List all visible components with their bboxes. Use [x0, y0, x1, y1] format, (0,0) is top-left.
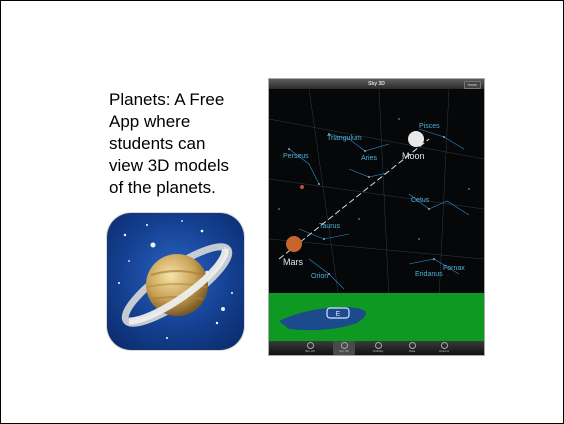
svg-text:E: E [336, 311, 341, 318]
sky2d-icon [306, 342, 314, 349]
compass-marker: E [279, 307, 366, 331]
mars-icon [286, 236, 302, 252]
options-icon [440, 342, 448, 349]
saturn-icon [118, 220, 233, 339]
label-pisces: Pisces [419, 123, 440, 130]
planets-app-icon[interactable] [107, 213, 244, 350]
tab-sky2d[interactable]: Sky 2D [299, 341, 321, 355]
label-taurus: Taurus [319, 223, 341, 230]
tab-sky3d[interactable]: Sky 3D [333, 341, 355, 355]
tab-data[interactable]: Data [401, 341, 423, 355]
label-eridanus: Eridanus [415, 271, 443, 278]
label-fornax: Fornax [443, 265, 465, 272]
label-moon: Moon [402, 151, 425, 161]
tab-bar: Sky 2D Sky 3D Visibility Data Options [269, 341, 484, 355]
label-triangulum: Triangulum [327, 135, 362, 142]
visibility-icon [374, 342, 382, 349]
title-bar: Sky 3D Home [269, 79, 484, 89]
home-button[interactable]: Home [463, 81, 481, 89]
sky3d-icon [340, 342, 348, 349]
label-cetus: Cetus [411, 197, 430, 204]
label-perseus: Perseus [283, 153, 309, 160]
slide-caption: Planets: A Free App where students can v… [109, 90, 229, 197]
tab-options[interactable]: Options [433, 341, 455, 355]
label-mars: Mars [283, 257, 303, 267]
sky3d-screenshot: Sky 3D Home Triangulum Pisces Perseus Ar… [269, 79, 484, 355]
data-icon [408, 342, 416, 349]
moon-icon [408, 131, 424, 147]
star-sky: Triangulum Pisces Perseus Aries Cetus Ta… [269, 89, 484, 299]
screen-title: Sky 3D [368, 81, 385, 87]
label-aries: Aries [361, 155, 377, 162]
slide: Planets: A Free App where students can v… [0, 0, 564, 424]
tab-visibility[interactable]: Visibility [367, 341, 389, 355]
label-orion: Orion [311, 273, 329, 280]
